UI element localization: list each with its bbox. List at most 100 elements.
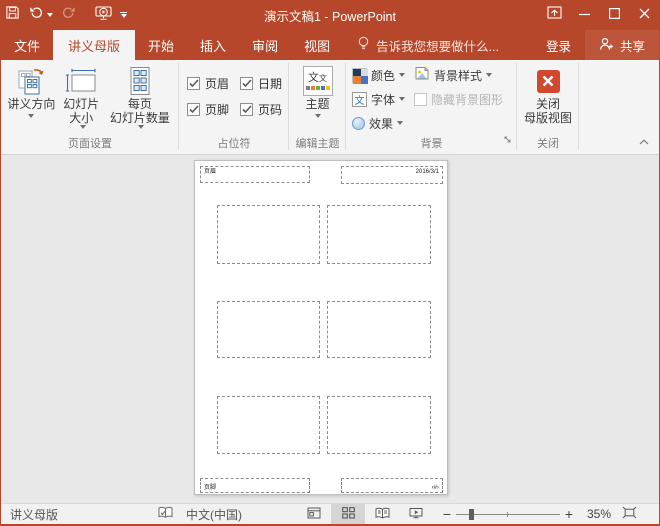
- tab-insert[interactable]: 插入: [187, 30, 239, 60]
- slideshow-view-button[interactable]: [399, 504, 433, 525]
- spellcheck-button[interactable]: [158, 504, 173, 524]
- sign-in-button[interactable]: 登录: [532, 30, 585, 60]
- dropdown-arrow-icon: [138, 125, 144, 129]
- checkbox-checked-icon: [187, 103, 200, 116]
- group-label-edit-theme: 编辑主题: [291, 137, 344, 154]
- zoom-slider-track[interactable]: [456, 504, 560, 525]
- editing-canvas: 页眉 2016/3/1 页脚 ‹#›: [1, 155, 659, 505]
- status-bar: 讲义母版 中文(中国) −: [1, 503, 659, 524]
- lightbulb-icon: [357, 36, 370, 54]
- fit-slide-to-window-button[interactable]: [622, 504, 637, 524]
- quick-access-toolbar: [1, 0, 131, 30]
- handout-orientation-button[interactable]: 讲义方向: [3, 61, 60, 137]
- maximize-icon: [609, 6, 620, 24]
- theme-fonts-label: 字体: [371, 91, 395, 108]
- save-icon: [5, 5, 20, 25]
- date-placeholder-text: 2016/3/1: [416, 169, 439, 175]
- collapse-ribbon-button[interactable]: [639, 132, 649, 150]
- date-checkbox-label: 日期: [258, 75, 282, 92]
- tab-view[interactable]: 视图: [291, 30, 343, 60]
- zoom-out-button[interactable]: −: [439, 504, 455, 524]
- themes-button[interactable]: 文文 主题: [293, 61, 343, 137]
- group-close: 关闭 母版视图 关闭: [517, 60, 579, 154]
- language-button[interactable]: 中文(中国): [186, 504, 242, 524]
- customize-qat-button[interactable]: [116, 0, 131, 30]
- minimize-icon: [579, 6, 590, 24]
- slide-size-icon: [65, 65, 97, 97]
- background-styles-icon: [414, 66, 430, 84]
- zoom-percent-button[interactable]: 35%: [577, 504, 611, 524]
- checkbox-unchecked-icon: [414, 93, 427, 106]
- hide-background-graphics-checkbox: 隐藏背景图形: [410, 87, 507, 111]
- theme-effects-button[interactable]: 效果: [348, 111, 410, 135]
- dropdown-arrow-icon: [315, 114, 321, 118]
- dialog-launcher-icon[interactable]: [504, 133, 514, 151]
- tab-review[interactable]: 审阅: [239, 30, 291, 60]
- close-master-view-label: 关闭 母版视图: [524, 97, 572, 125]
- chevron-up-icon: [639, 132, 649, 149]
- close-button[interactable]: [629, 0, 659, 30]
- slides-per-page-button[interactable]: 每页 幻灯片数量: [103, 61, 177, 137]
- slide-placeholder-6[interactable]: [327, 396, 431, 454]
- checkbox-checked-icon: [187, 77, 200, 90]
- normal-view-button[interactable]: [297, 504, 331, 525]
- reading-view-button[interactable]: [365, 504, 399, 525]
- undo-icon: [28, 6, 44, 25]
- footer-checkbox[interactable]: 页脚: [187, 101, 240, 118]
- page-number-placeholder[interactable]: ‹#›: [341, 478, 443, 493]
- minimize-button[interactable]: [569, 0, 599, 30]
- normal-view-icon: [307, 507, 321, 522]
- start-slideshow-icon: [95, 5, 112, 26]
- dropdown-arrow-icon: [80, 125, 86, 129]
- date-checkbox[interactable]: 日期: [240, 75, 293, 92]
- qat-dropdown-icon: [120, 12, 127, 18]
- slide-placeholder-2[interactable]: [327, 205, 431, 264]
- tab-home[interactable]: 开始: [135, 30, 187, 60]
- fit-to-window-icon: [622, 506, 637, 522]
- zoom-slider-thumb[interactable]: [469, 509, 474, 520]
- tell-me-label: 告诉我您想要做什么...: [376, 36, 499, 55]
- undo-button[interactable]: [24, 0, 57, 30]
- tab-file[interactable]: 文件: [1, 30, 53, 60]
- start-from-beginning-button[interactable]: [91, 0, 116, 30]
- slide-placeholder-5[interactable]: [217, 396, 320, 454]
- dropdown-arrow-icon: [399, 73, 405, 77]
- slideshow-icon: [409, 507, 423, 522]
- ribbon-display-options-button[interactable]: [539, 0, 569, 30]
- zoom-slider[interactable]: [456, 504, 560, 524]
- background-styles-button[interactable]: 背景样式: [410, 63, 507, 87]
- ribbon: 讲义方向 幻灯片 大小 每页 幻灯片数量 页面设置: [1, 60, 659, 155]
- tab-handout-master[interactable]: 讲义母版: [53, 30, 135, 60]
- group-edit-theme: 文文 主题 编辑主题: [289, 60, 346, 154]
- page-number-placeholder-text: ‹#›: [432, 485, 439, 491]
- theme-fonts-button[interactable]: 文 字体: [348, 87, 410, 111]
- checkbox-checked-icon: [240, 103, 253, 116]
- theme-effects-label: 效果: [369, 115, 393, 132]
- close-master-view-button[interactable]: 关闭 母版视图: [519, 61, 577, 137]
- slide-sorter-icon: [342, 507, 355, 522]
- background-styles-label: 背景样式: [434, 67, 482, 84]
- slide-placeholder-4[interactable]: [327, 301, 431, 358]
- zoom-slider-midpoint-tick: [507, 512, 508, 517]
- status-view-name: 讲义母版: [10, 504, 58, 524]
- maximize-button[interactable]: [599, 0, 629, 30]
- group-label-placeholders: 占位符: [181, 137, 287, 154]
- page-number-checkbox-label: 页码: [258, 101, 282, 118]
- slide-placeholder-3[interactable]: [217, 301, 320, 358]
- save-button[interactable]: [1, 0, 24, 30]
- share-button[interactable]: 共享: [585, 30, 659, 60]
- group-label-close: 关闭: [519, 137, 577, 154]
- handout-master-page[interactable]: 页眉 2016/3/1 页脚 ‹#›: [194, 160, 448, 495]
- header-placeholder[interactable]: 页眉: [200, 166, 310, 183]
- theme-colors-button[interactable]: 颜色: [348, 63, 410, 87]
- ribbon-tab-bar: 文件 讲义母版 开始 插入 审阅 视图 告诉我您想要做什么... 登录 共享: [1, 30, 659, 60]
- slide-sorter-view-button[interactable]: [331, 504, 365, 525]
- slide-placeholder-1[interactable]: [217, 205, 320, 264]
- footer-placeholder[interactable]: 页脚: [200, 478, 310, 493]
- page-number-checkbox[interactable]: 页码: [240, 101, 293, 118]
- date-placeholder[interactable]: 2016/3/1: [341, 166, 443, 184]
- header-checkbox[interactable]: 页眉: [187, 75, 240, 92]
- zoom-in-button[interactable]: +: [561, 504, 577, 524]
- slide-size-button[interactable]: 幻灯片 大小: [60, 61, 103, 137]
- tell-me-box[interactable]: 告诉我您想要做什么...: [357, 30, 499, 60]
